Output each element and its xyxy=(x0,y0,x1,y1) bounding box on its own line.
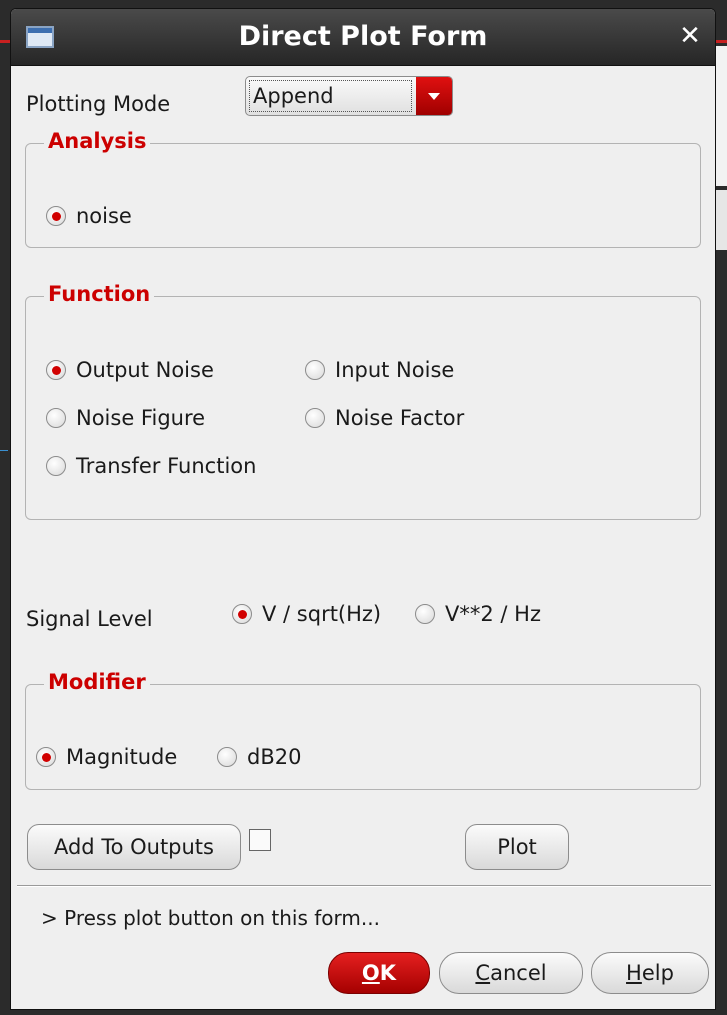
plotting-mode-select[interactable]: Append xyxy=(245,76,453,116)
status-message: > Press plot button on this form... xyxy=(41,906,380,930)
analysis-group: Analysis noise xyxy=(25,129,701,248)
divider xyxy=(17,886,711,887)
radio-dot xyxy=(305,408,325,428)
chevron-down-icon[interactable] xyxy=(416,77,452,115)
radio-v-sqrt-hz[interactable]: V / sqrt(Hz) xyxy=(232,602,381,626)
radio-dot xyxy=(217,747,237,767)
plotting-mode-value: Append xyxy=(249,80,412,112)
close-icon[interactable]: ✕ xyxy=(675,21,705,51)
radio-label: Output Noise xyxy=(76,358,214,382)
help-label-rest: elp xyxy=(641,961,674,985)
modifier-group: Modifier Magnitude dB20 xyxy=(25,670,701,790)
radio-label: Noise Figure xyxy=(76,406,206,430)
radio-label: dB20 xyxy=(247,745,302,769)
cancel-mnemonic: C xyxy=(475,961,491,985)
function-group-title: Function xyxy=(44,282,155,306)
function-group: Function Output Noise Input Noise Noise … xyxy=(25,282,701,520)
cancel-button[interactable]: Cancel xyxy=(439,952,583,994)
radio-v2-hz[interactable]: V**2 / Hz xyxy=(415,602,541,626)
radio-dot xyxy=(415,604,435,624)
background-line xyxy=(0,450,8,451)
window-title: Direct Plot Form xyxy=(238,21,488,52)
radio-db20[interactable]: dB20 xyxy=(217,745,301,769)
radio-magnitude[interactable]: Magnitude xyxy=(36,745,177,769)
radio-dot xyxy=(46,206,66,226)
radio-label: Magnitude xyxy=(66,745,178,769)
plot-button[interactable]: Plot xyxy=(465,824,569,870)
radio-transfer-function[interactable]: Transfer Function xyxy=(46,454,256,478)
help-mnemonic: H xyxy=(626,961,642,985)
analysis-group-title: Analysis xyxy=(44,129,151,153)
direct-plot-form-dialog: Direct Plot Form ✕ Plotting Mode Append … xyxy=(10,8,716,1010)
radio-dot xyxy=(46,360,66,380)
radio-noise-figure[interactable]: Noise Figure xyxy=(46,406,205,430)
radio-noise[interactable]: noise xyxy=(46,204,132,228)
radio-label: Transfer Function xyxy=(76,454,257,478)
ok-button[interactable]: OK xyxy=(328,952,430,994)
radio-label: noise xyxy=(76,204,132,228)
radio-label: Input Noise xyxy=(335,358,455,382)
radio-dot xyxy=(36,747,56,767)
radio-label: V**2 / Hz xyxy=(445,602,541,626)
modifier-group-title: Modifier xyxy=(44,670,150,694)
radio-output-noise[interactable]: Output Noise xyxy=(46,358,214,382)
add-to-outputs-button[interactable]: Add To Outputs xyxy=(27,824,241,870)
ok-mnemonic: O xyxy=(361,961,380,985)
add-to-outputs-checkbox[interactable] xyxy=(249,829,271,851)
title-bar[interactable]: Direct Plot Form ✕ xyxy=(11,9,715,66)
plotting-mode-label: Plotting Mode xyxy=(26,92,171,116)
radio-label: Noise Factor xyxy=(335,406,465,430)
ok-label-rest: K xyxy=(379,961,397,985)
help-button[interactable]: Help xyxy=(591,952,709,994)
radio-dot xyxy=(305,360,325,380)
radio-dot xyxy=(46,408,66,428)
radio-dot xyxy=(232,604,252,624)
signal-level-label: Signal Level xyxy=(26,607,153,631)
radio-input-noise[interactable]: Input Noise xyxy=(305,358,454,382)
radio-dot xyxy=(46,456,66,476)
cancel-label-rest: ancel xyxy=(490,961,547,985)
radio-noise-factor[interactable]: Noise Factor xyxy=(305,406,464,430)
background-panel xyxy=(716,190,727,250)
radio-label: V / sqrt(Hz) xyxy=(262,602,382,626)
background-panel xyxy=(716,46,727,186)
